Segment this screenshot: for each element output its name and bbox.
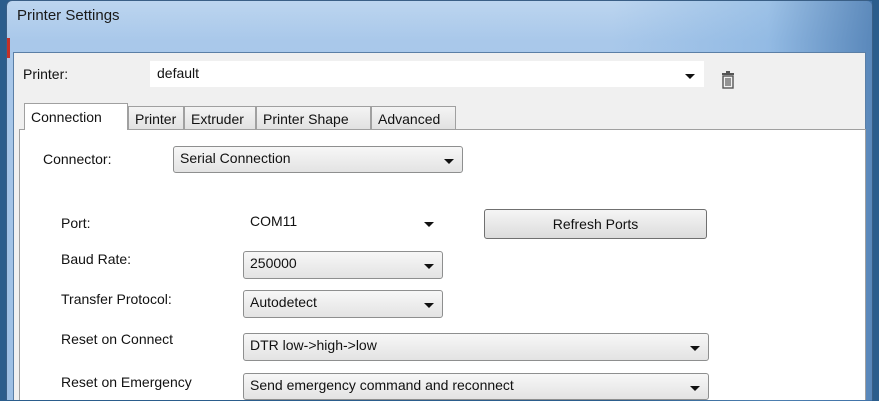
refresh-ports-label: Refresh Ports: [552, 216, 639, 232]
tab-label: Printer Shape: [263, 111, 349, 127]
title-bar[interactable]: [7, 1, 872, 39]
port-dropdown[interactable]: COM11: [243, 209, 443, 236]
printer-dropdown[interactable]: default: [150, 61, 704, 87]
baud-rate-label: Baud Rate:: [61, 251, 132, 267]
tab-label: Printer: [135, 111, 177, 127]
tab-label: Connection: [31, 109, 102, 125]
reset-on-emergency-dropdown[interactable]: Send emergency command and reconnect: [243, 373, 709, 400]
chevron-down-icon: [690, 346, 700, 351]
printer-dropdown-value: default: [157, 65, 200, 81]
chevron-down-icon: [685, 74, 695, 79]
tab-advanced[interactable]: Advanced: [371, 106, 456, 129]
reset-on-connect-dropdown[interactable]: DTR low->high->low: [243, 333, 709, 361]
tab-connection[interactable]: Connection: [24, 103, 128, 130]
tab-printer[interactable]: Printer: [128, 106, 184, 129]
chevron-down-icon: [690, 386, 700, 391]
tab-extruder[interactable]: Extruder: [184, 106, 256, 129]
chevron-down-icon: [424, 264, 434, 269]
transfer-protocol-dropdown[interactable]: Autodetect: [243, 290, 443, 318]
reset-on-emergency-label: Reset on Emergency: [61, 374, 192, 390]
baud-rate-value: 250000: [250, 255, 297, 271]
printer-label: Printer:: [23, 66, 69, 82]
reset-on-connect-value: DTR low->high->low: [250, 337, 377, 353]
baud-rate-dropdown[interactable]: 250000: [243, 251, 443, 279]
chevron-down-icon: [444, 159, 454, 164]
port-label: Port:: [61, 215, 91, 231]
port-dropdown-value: COM11: [250, 213, 298, 229]
connector-dropdown[interactable]: Serial Connection: [173, 146, 463, 173]
transfer-protocol-value: Autodetect: [250, 294, 317, 310]
transfer-protocol-label: Transfer Protocol:: [61, 291, 172, 307]
connector-dropdown-value: Serial Connection: [180, 150, 291, 166]
accent-mark: [7, 38, 10, 58]
chevron-down-icon: [424, 303, 434, 308]
refresh-ports-button[interactable]: Refresh Ports: [484, 209, 707, 239]
connector-label: Connector:: [43, 151, 112, 167]
tab-printer-shape[interactable]: Printer Shape: [256, 106, 371, 129]
tab-label: Advanced: [378, 111, 441, 127]
reset-on-connect-label: Reset on Connect: [61, 331, 174, 347]
reset-on-emergency-value: Send emergency command and reconnect: [250, 377, 514, 393]
trash-icon[interactable]: [721, 71, 735, 89]
window-title: Printer Settings: [17, 7, 120, 24]
chevron-down-icon: [424, 222, 434, 227]
tab-label: Extruder: [191, 111, 244, 127]
